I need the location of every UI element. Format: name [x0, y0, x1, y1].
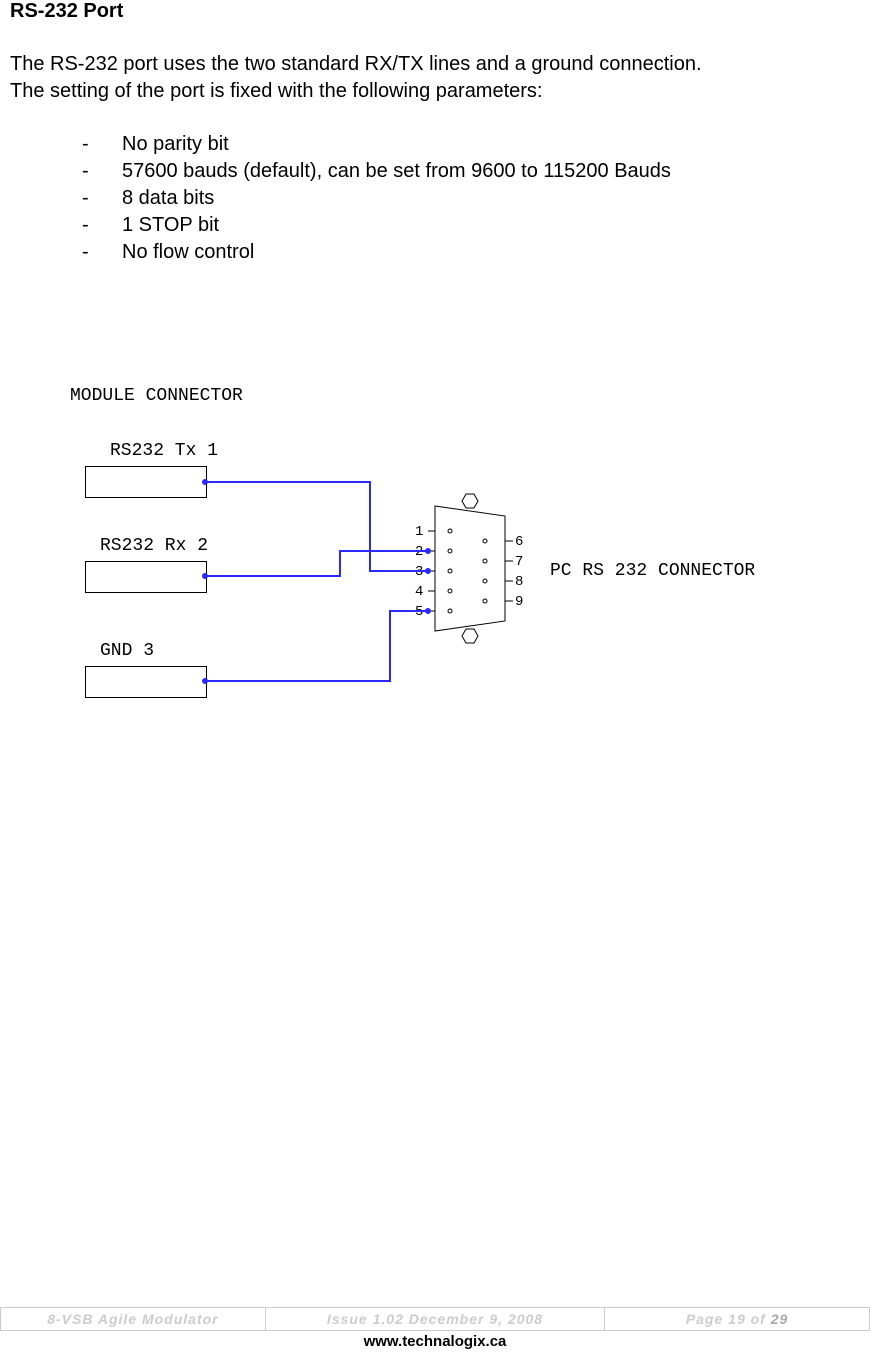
list-item: -57600 bauds (default), can be set from …	[82, 158, 860, 185]
page-footer: 8-VSB Agile Modulator Issue 1.02 Decembe…	[0, 1307, 870, 1350]
footer-url: www.technalogix.ca	[0, 1333, 870, 1350]
bullet-list: -No parity bit -57600 bauds (default), c…	[82, 131, 860, 266]
footer-issue-date: Issue 1.02 December 9, 2008	[266, 1308, 605, 1330]
footer-meta-row: 8-VSB Agile Modulator Issue 1.02 Decembe…	[0, 1307, 870, 1331]
list-item-text: No flow control	[122, 239, 254, 266]
footer-page-total: 29	[771, 1311, 789, 1327]
list-item: -8 data bits	[82, 185, 860, 212]
paragraph-1: The RS-232 port uses the two standard RX…	[10, 51, 860, 78]
footer-doc-title: 8-VSB Agile Modulator	[1, 1308, 266, 1330]
paragraph-2: The setting of the port is fixed with th…	[10, 78, 860, 105]
diagram-svg	[70, 386, 820, 736]
section-heading: RS-232 Port	[10, 0, 860, 23]
list-item: -No parity bit	[82, 131, 860, 158]
list-item: -No flow control	[82, 239, 860, 266]
wiring-diagram: MODULE CONNECTOR RS232 Tx 1 RS232 Rx 2 G…	[70, 386, 860, 786]
list-item-text: 57600 bauds (default), can be set from 9…	[122, 158, 671, 185]
paragraph-block: The RS-232 port uses the two standard RX…	[10, 51, 860, 105]
list-item-text: 8 data bits	[122, 185, 214, 212]
list-item-text: No parity bit	[122, 131, 229, 158]
footer-page-num: Page 19 of 29	[605, 1308, 869, 1330]
list-item: -1 STOP bit	[82, 212, 860, 239]
footer-page-prefix: Page 19 of	[686, 1311, 771, 1327]
list-item-text: 1 STOP bit	[122, 212, 219, 239]
